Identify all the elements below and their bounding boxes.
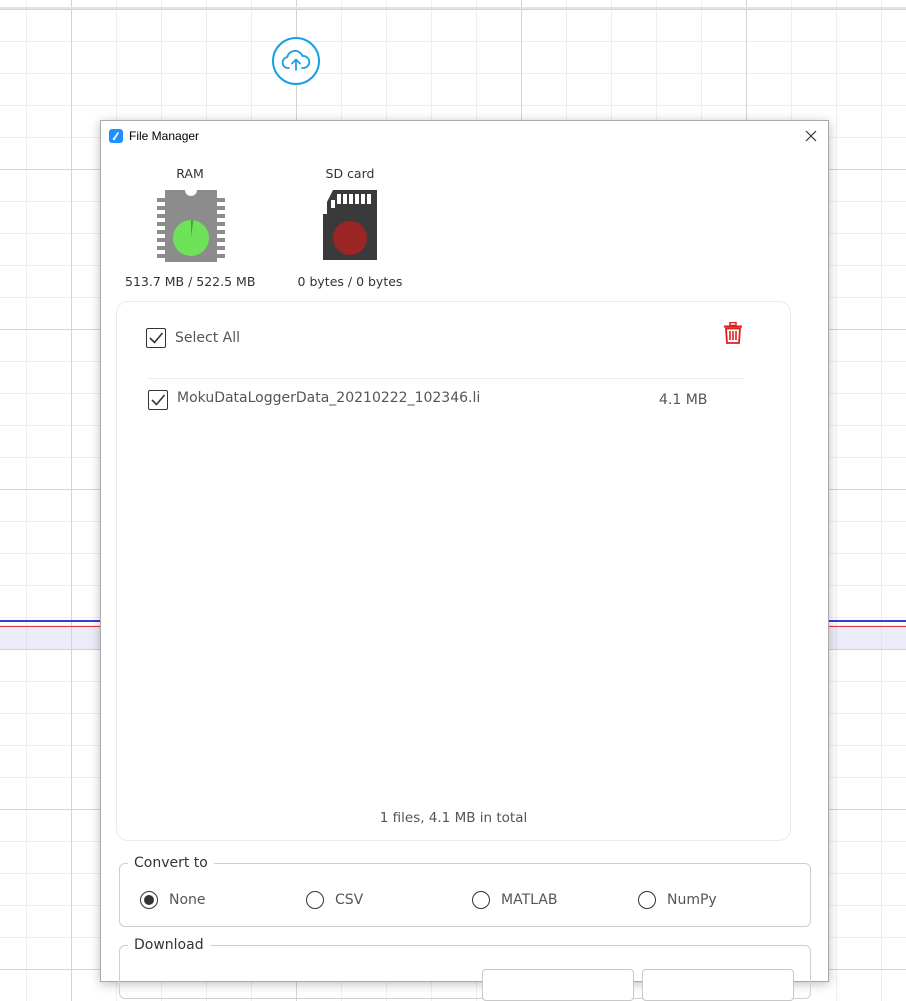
radio-csv-label: CSV — [335, 892, 364, 908]
file-list-panel: Select All MokuDataLoggerData_20210222_1… — [116, 301, 791, 841]
app-icon — [109, 129, 123, 143]
radio-numpy[interactable]: NumPy — [638, 891, 717, 909]
download-button-left[interactable] — [482, 969, 634, 1001]
window-title: File Manager — [129, 129, 200, 143]
convert-to-group: Convert to None CSV MATLAB NumPy — [119, 855, 811, 927]
sd-card-label: SD card — [325, 166, 375, 181]
download-button-right[interactable] — [642, 969, 794, 1001]
radio-selected-dot — [144, 895, 154, 905]
radio-csv[interactable]: CSV — [306, 891, 363, 909]
sd-card-usage-text: 0 bytes / 0 bytes — [297, 274, 403, 289]
radio-matlab[interactable]: MATLAB — [472, 891, 557, 909]
file-size: 4.1 MB — [659, 392, 708, 408]
radio-numpy-label: NumPy — [667, 892, 717, 908]
download-group: Download — [119, 937, 811, 1001]
top-border-line — [0, 7, 906, 9]
ram-usage-text: 513.7 MB / 522.5 MB — [125, 274, 256, 289]
select-all-checkbox[interactable] — [146, 328, 166, 348]
radio-numpy-button[interactable] — [638, 891, 656, 909]
select-all-label[interactable]: Select All — [175, 330, 240, 346]
radio-csv-button[interactable] — [306, 891, 324, 909]
cloud-upload-icon[interactable] — [272, 37, 320, 85]
title-bar: File Manager — [101, 121, 828, 151]
list-divider — [147, 378, 744, 379]
radio-none-button[interactable] — [140, 891, 158, 909]
trash-icon[interactable] — [723, 321, 743, 344]
radio-matlab-button[interactable] — [472, 891, 490, 909]
ram-chip-icon — [157, 190, 225, 262]
convert-to-legend: Convert to — [134, 855, 208, 871]
files-summary: 1 files, 4.1 MB in total — [379, 810, 528, 826]
close-icon[interactable] — [802, 127, 820, 145]
radio-none-label: None — [169, 892, 206, 908]
ram-storage: RAM 513.7 MB / 522.5 MB — [125, 166, 255, 296]
radio-matlab-label: MATLAB — [501, 892, 558, 908]
file-manager-dialog: File Manager RAM 513.7 MB / 522.5 MB SD … — [100, 120, 829, 1001]
download-legend: Download — [134, 937, 204, 953]
radio-none[interactable]: None — [140, 891, 206, 909]
sd-card-storage: SD card 0 bytes / 0 bytes — [287, 166, 413, 296]
file-name: MokuDataLoggerData_20210222_102346.li — [177, 390, 481, 406]
ram-label: RAM — [176, 166, 204, 181]
file-checkbox[interactable] — [148, 390, 168, 410]
sd-card-icon — [323, 190, 377, 260]
